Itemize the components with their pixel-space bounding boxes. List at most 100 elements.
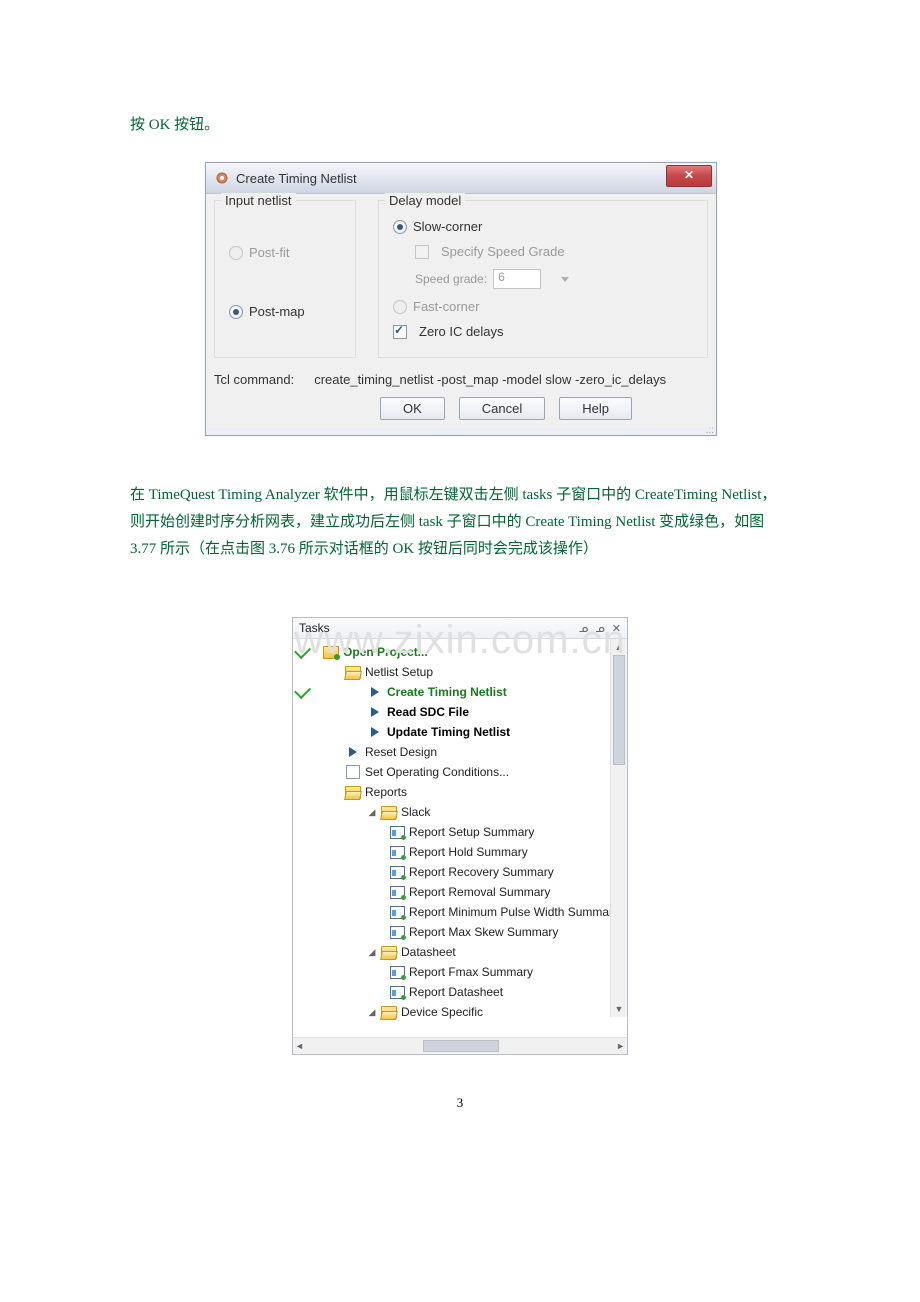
tree-item-label: Reset Design	[365, 745, 437, 759]
tree-row[interactable]: Netlist Setup	[293, 662, 627, 682]
zero-ic-checkbox[interactable]: Zero IC delays	[393, 324, 697, 339]
gear-icon	[214, 170, 230, 186]
tree-item-label: Read SDC File	[387, 705, 469, 719]
tree-row[interactable]: Report Fmax Summary	[293, 962, 627, 982]
tree-row[interactable]: Read SDC File	[293, 702, 627, 722]
scroll-up-icon[interactable]: ▲	[611, 639, 627, 655]
scroll-thumb[interactable]	[423, 1040, 499, 1052]
tree-row[interactable]: Reset Design	[293, 742, 627, 762]
tree-row[interactable]: Report Hold Summary	[293, 842, 627, 862]
scroll-right-icon[interactable]: ►	[616, 1041, 625, 1051]
speed-grade-input[interactable]: 6	[493, 269, 541, 289]
checkbox-icon	[415, 245, 429, 259]
square-icon	[346, 765, 360, 779]
play-icon	[371, 727, 379, 737]
tree-row[interactable]: Report Removal Summary	[293, 882, 627, 902]
tree-row[interactable]: Reports	[293, 782, 627, 802]
tree-row[interactable]: Report Minimum Pulse Width Summar	[293, 902, 627, 922]
tree-row[interactable]: ◢ Datasheet	[293, 942, 627, 962]
tree-item-label: Slack	[401, 805, 430, 819]
vertical-scrollbar[interactable]: ▲ ▼	[610, 639, 627, 1017]
tree-item-label: Report Max Skew Summary	[409, 925, 558, 939]
input-netlist-legend: Input netlist	[221, 193, 296, 208]
close-button[interactable]: ✕	[666, 165, 712, 187]
create-timing-netlist-dialog: Create Timing Netlist ✕ Input netlist Po…	[205, 162, 717, 436]
panel-controls-icon[interactable]: ᓄ ᓄ ✕	[579, 622, 623, 635]
tasks-list: Open Project... Netlist Setup Create Timin…	[293, 639, 627, 1025]
post-map-label: Post-map	[249, 304, 305, 319]
fast-corner-radio[interactable]: Fast-corner	[393, 299, 697, 314]
tree-item-label: Update Timing Netlist	[387, 725, 510, 739]
report-icon	[390, 846, 405, 859]
delay-model-group: Delay model Slow-corner Specify Speed Gr…	[378, 200, 708, 358]
tcl-command-label: Tcl command:	[214, 372, 294, 387]
report-icon	[390, 826, 405, 839]
tree-item-label: Create Timing Netlist	[387, 685, 507, 699]
tree-item-label: Netlist Setup	[365, 665, 433, 679]
tree-row[interactable]: Report Recovery Summary	[293, 862, 627, 882]
post-fit-label: Post-fit	[249, 245, 289, 260]
slow-corner-label: Slow-corner	[413, 219, 482, 234]
tree-item-label: Datasheet	[401, 945, 456, 959]
project-folder-icon	[323, 646, 339, 659]
ok-button[interactable]: OK	[380, 397, 445, 420]
dropdown-arrow-icon[interactable]	[561, 277, 569, 282]
post-fit-radio[interactable]: Post-fit	[229, 245, 345, 260]
scroll-down-icon[interactable]: ▼	[611, 1001, 627, 1017]
report-icon	[390, 966, 405, 979]
tasks-header: Tasks ᓄ ᓄ ✕	[293, 618, 627, 639]
radio-icon	[393, 300, 407, 314]
tree-row[interactable]: Create Timing Netlist	[293, 682, 627, 702]
play-icon	[371, 687, 379, 697]
play-icon	[371, 707, 379, 717]
slow-corner-radio[interactable]: Slow-corner	[393, 219, 697, 234]
tree-item-label: Report Setup Summary	[409, 825, 534, 839]
page-number: 3	[130, 1095, 790, 1111]
tree-row[interactable]: ◢ Device Specific	[293, 1002, 627, 1022]
post-map-radio[interactable]: Post-map	[229, 304, 345, 319]
expander-icon[interactable]: ◢	[367, 947, 377, 958]
expander-icon[interactable]: ◢	[367, 807, 377, 818]
report-icon	[390, 906, 405, 919]
dialog-title: Create Timing Netlist	[236, 171, 357, 186]
report-icon	[390, 926, 405, 939]
tree-item-label: Set Operating Conditions...	[365, 765, 509, 779]
folder-open-icon	[345, 666, 361, 679]
scroll-left-icon[interactable]: ◄	[295, 1041, 304, 1051]
expander-icon[interactable]: ◢	[367, 1007, 377, 1018]
dialog-titlebar: Create Timing Netlist ✕	[206, 163, 716, 194]
cancel-button[interactable]: Cancel	[459, 397, 545, 420]
tree-row[interactable]: Report Datasheet	[293, 982, 627, 1002]
intro-text: 按 OK 按钮。	[130, 113, 790, 134]
radio-icon	[393, 220, 407, 234]
tree-item-label: Report Minimum Pulse Width Summar	[409, 905, 613, 919]
specify-speed-label: Specify Speed Grade	[441, 244, 565, 259]
speed-grade-label: Speed grade:	[415, 272, 487, 286]
delay-model-legend: Delay model	[385, 193, 465, 208]
tcl-command-value: create_timing_netlist -post_map -model s…	[314, 372, 666, 387]
fast-corner-label: Fast-corner	[413, 299, 479, 314]
tree-row[interactable]: Open Project...	[293, 642, 627, 662]
help-button[interactable]: Help	[559, 397, 632, 420]
tree-row[interactable]: Set Operating Conditions...	[293, 762, 627, 782]
tree-row[interactable]: Update Timing Netlist	[293, 722, 627, 742]
checkbox-icon	[393, 325, 407, 339]
horizontal-scrollbar[interactable]: ◄ ►	[293, 1037, 627, 1054]
folder-open-icon	[345, 786, 361, 799]
tree-item-label: Device Specific	[401, 1005, 483, 1019]
radio-icon	[229, 246, 243, 260]
tree-item-label: Report Hold Summary	[409, 845, 528, 859]
tree-row[interactable]: Report Max Skew Summary	[293, 922, 627, 942]
specify-speed-checkbox[interactable]: Specify Speed Grade	[415, 244, 697, 259]
folder-open-icon	[381, 806, 397, 819]
check-icon	[294, 682, 311, 699]
tree-row[interactable]: Report Setup Summary	[293, 822, 627, 842]
zero-ic-label: Zero IC delays	[419, 324, 504, 339]
input-netlist-group: Input netlist Post-fit Post-map	[214, 200, 356, 358]
resize-grip-icon[interactable]: .::	[206, 428, 716, 435]
tree-item-label: Open Project...	[343, 645, 428, 659]
tree-row[interactable]: ◢ Slack	[293, 802, 627, 822]
tree-item-label: Report Recovery Summary	[409, 865, 554, 879]
tree-item-label: Report Fmax Summary	[409, 965, 533, 979]
scroll-thumb[interactable]	[613, 655, 625, 765]
